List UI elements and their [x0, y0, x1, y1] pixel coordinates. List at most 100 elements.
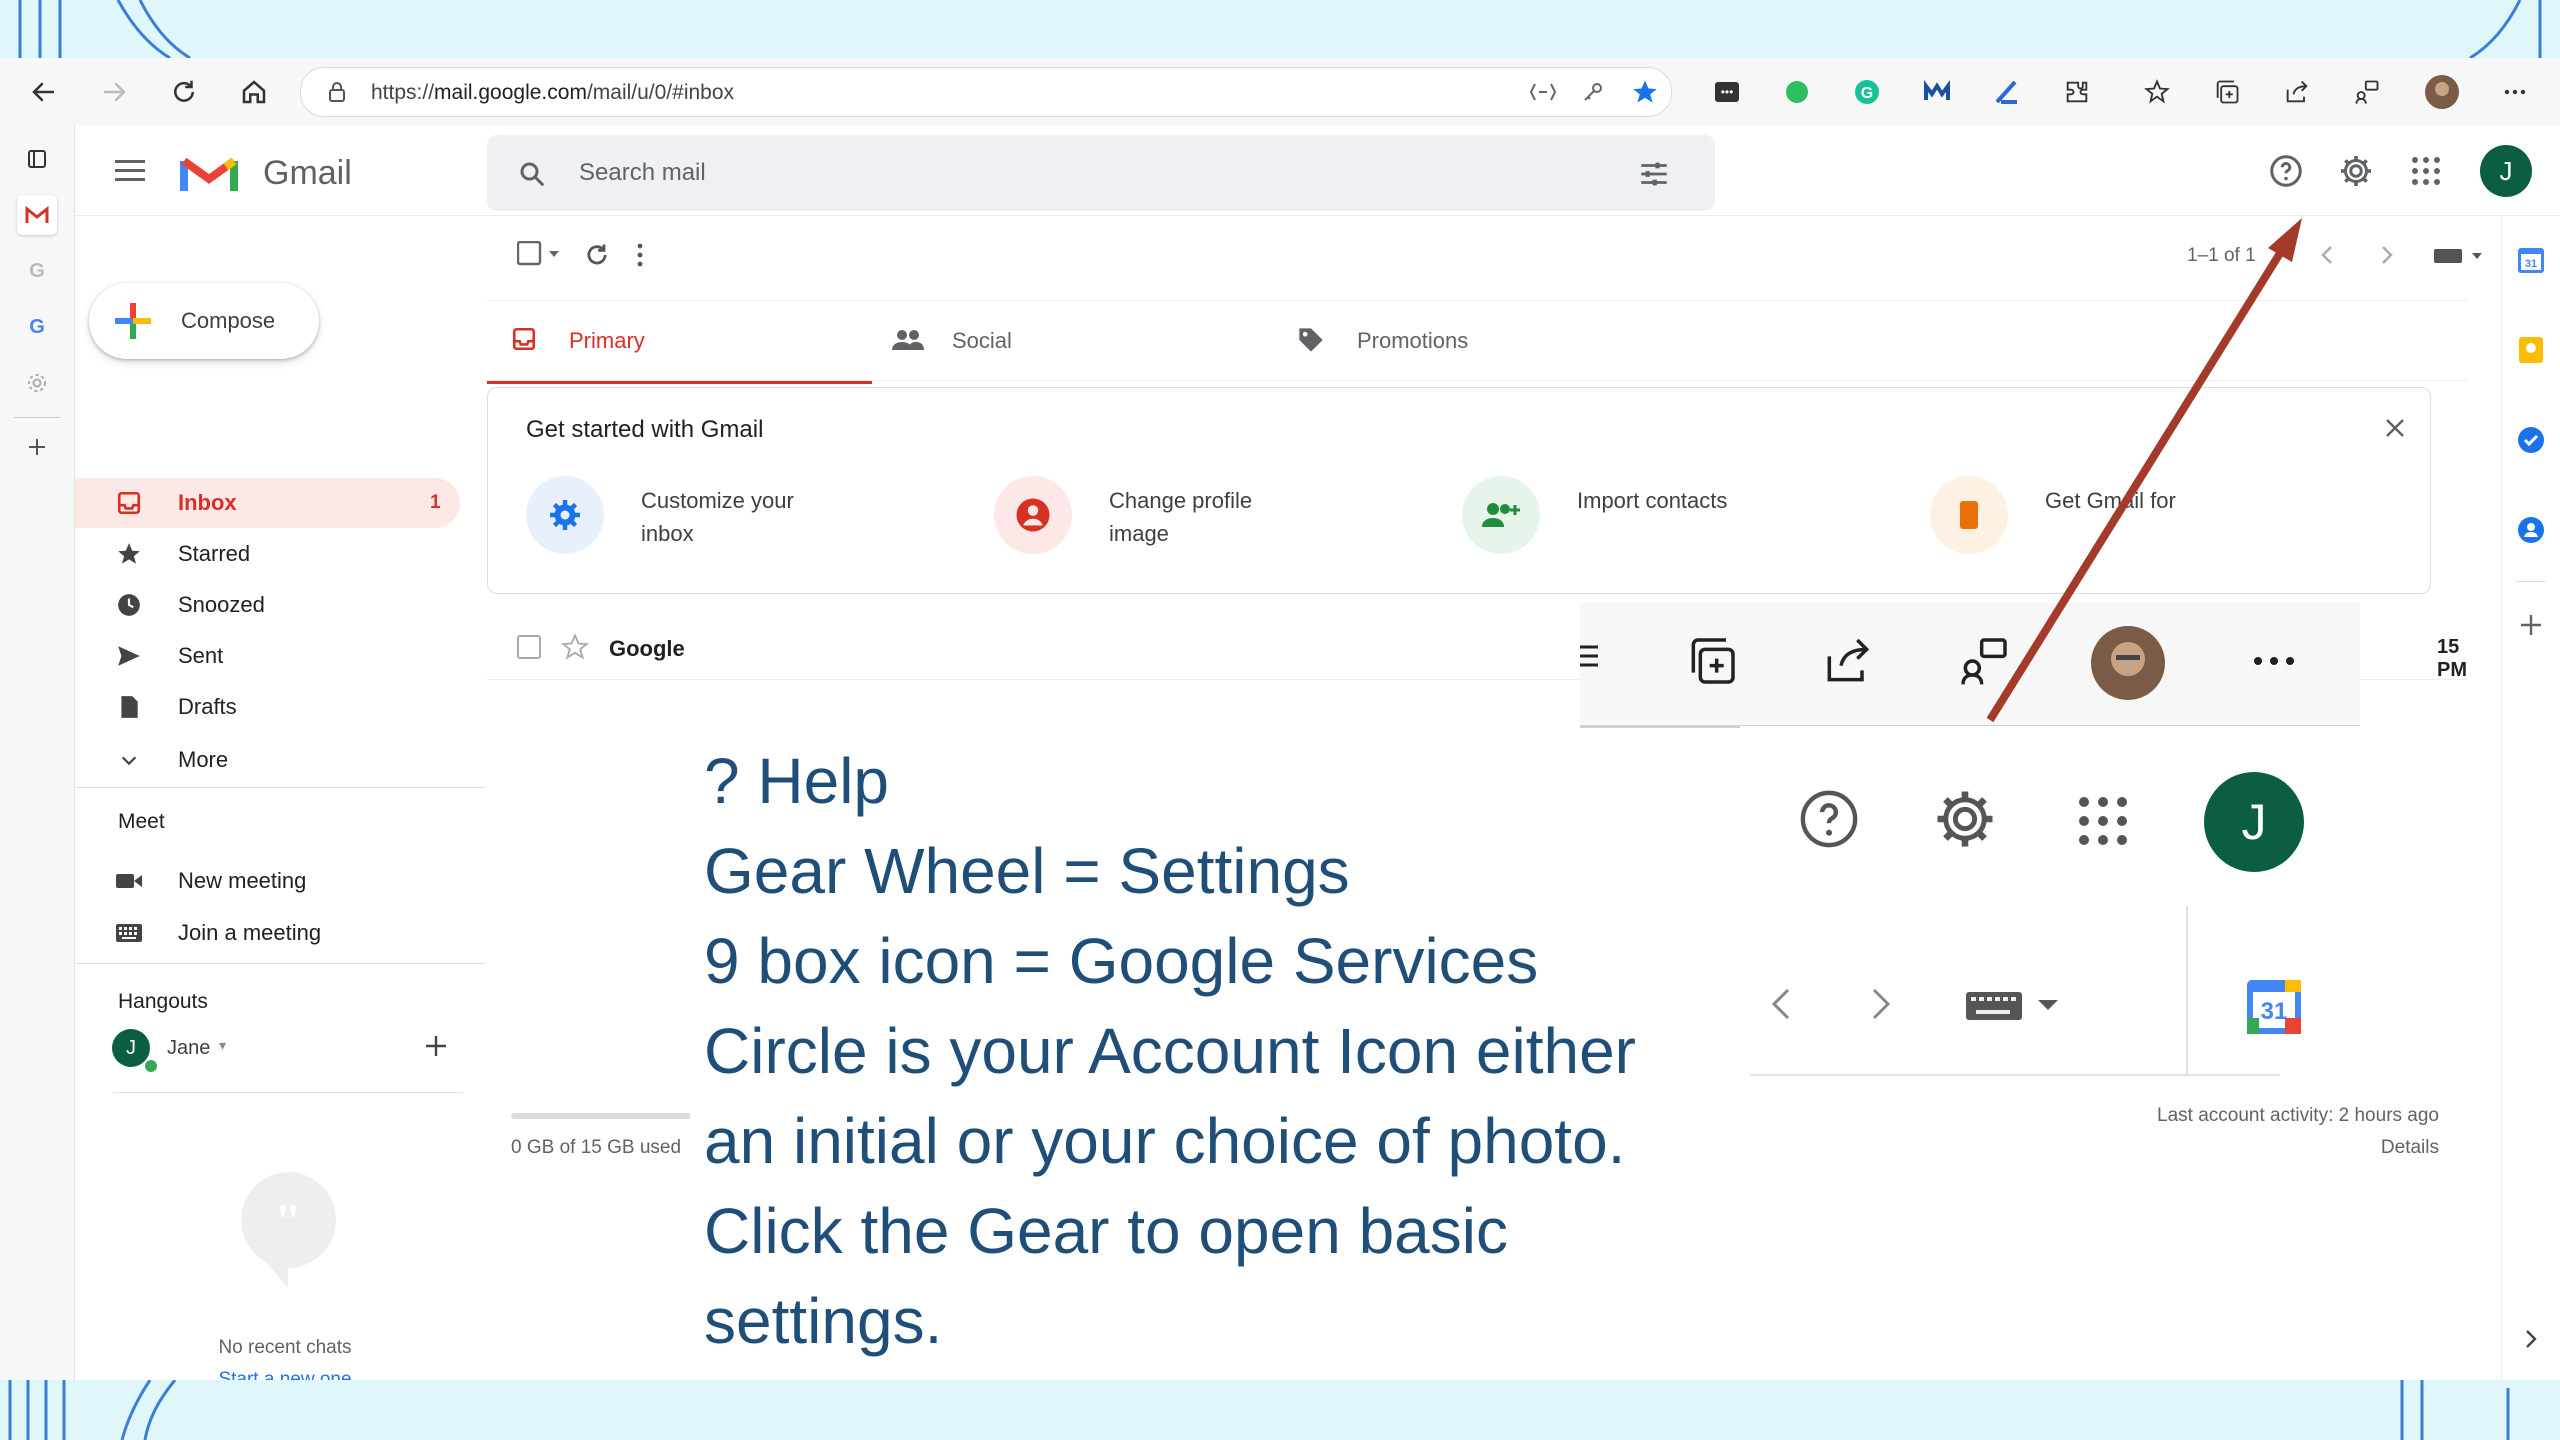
tab-promotions[interactable]: Promotions — [1297, 300, 1682, 380]
favorites-icon[interactable] — [2137, 72, 2177, 112]
nav-label: Join a meeting — [178, 920, 322, 945]
new-tab-plus-icon[interactable] — [17, 427, 57, 467]
account-avatar[interactable]: J — [2480, 145, 2532, 197]
nav-drafts[interactable]: Drafts — [75, 682, 460, 732]
select-all-checkbox[interactable] — [517, 241, 561, 267]
main-menu-icon[interactable] — [115, 158, 147, 182]
hangouts-heading: Hangouts — [118, 990, 208, 1013]
calendar-icon[interactable]: 31 — [2516, 245, 2546, 275]
hangouts-user-name[interactable]: Jane — [167, 1037, 210, 1060]
nav-label: New meeting — [178, 868, 307, 893]
phone-icon — [1930, 476, 2008, 554]
item-label: Get Gmail for — [2045, 488, 2176, 513]
gmail-logo-text: Gmail — [263, 154, 352, 192]
favorite-star-icon[interactable] — [1631, 78, 1659, 106]
start-chat-link[interactable]: Start a new one — [165, 1369, 405, 1380]
tag-icon — [1297, 326, 1325, 354]
item-label: Change profile — [1109, 488, 1253, 513]
calendar-day-number: 31 — [2260, 998, 2288, 1025]
google-tab-icon[interactable]: G — [17, 307, 57, 347]
help-icon[interactable] — [2268, 153, 2304, 189]
slide-decoration-top — [18, 0, 2542, 58]
close-icon[interactable] — [2383, 416, 2407, 440]
extension-password-icon[interactable]: ••• — [1707, 72, 1747, 112]
google-tab-icon-faded[interactable]: G — [17, 251, 57, 291]
tab-actions-icon[interactable] — [17, 139, 57, 179]
search-icon[interactable] — [517, 159, 547, 189]
divider — [75, 963, 485, 964]
refresh-icon[interactable] — [583, 241, 611, 269]
nav-starred[interactable]: Starred — [75, 529, 460, 579]
tasks-icon[interactable] — [2516, 425, 2546, 455]
divider — [2186, 906, 2188, 1076]
extensions-puzzle-icon[interactable] — [2057, 72, 2097, 112]
contacts-icon[interactable] — [2516, 515, 2546, 545]
settings-tab-icon[interactable] — [17, 363, 57, 403]
nav-snoozed[interactable]: Snoozed — [75, 580, 460, 630]
extension-m-icon[interactable] — [1917, 72, 1957, 112]
key-icon[interactable] — [1581, 80, 1605, 104]
search-options-icon[interactable] — [1637, 157, 1671, 191]
keep-icon[interactable] — [2516, 335, 2546, 365]
feedback-icon[interactable] — [2347, 72, 2387, 112]
video-camera-icon — [115, 867, 143, 895]
tab-social[interactable]: Social — [892, 300, 1277, 380]
grammarly-icon[interactable]: G — [1847, 72, 1887, 112]
forward-arrow-icon[interactable] — [94, 72, 134, 112]
lock-icon[interactable] — [325, 80, 349, 104]
join-meeting-item[interactable]: Join a meeting — [75, 908, 460, 958]
nav-sent[interactable]: Sent — [75, 631, 460, 681]
gmail-tab-icon[interactable] — [17, 195, 57, 235]
settings-gear-icon[interactable] — [2338, 153, 2374, 189]
instruction-line: an initial or your choice of photo. — [704, 1105, 1626, 1177]
email-time: 15 PM — [2437, 636, 2467, 681]
collections-icon[interactable] — [2207, 72, 2247, 112]
app-available-icon[interactable] — [1529, 80, 1557, 104]
input-tools-keyboard-icon[interactable] — [2432, 243, 2488, 267]
next-page-icon[interactable] — [2377, 243, 2397, 267]
google-apps-icon[interactable] — [2410, 155, 2442, 187]
more-vert-icon[interactable] — [634, 241, 646, 269]
details-link[interactable]: Details — [2107, 1137, 2439, 1159]
divider — [113, 1092, 463, 1093]
address-bar[interactable]: https://mail.google.com/mail/u/0/#inbox — [300, 67, 1672, 117]
back-arrow-icon[interactable] — [24, 72, 64, 112]
pagination-text: 1–1 of 1 — [2187, 245, 2256, 266]
gmail-header: Gmail Search mail J — [75, 125, 2560, 216]
instruction-line: Click the Gear to open basic — [704, 1195, 1508, 1267]
new-meeting-item[interactable]: New meeting — [75, 856, 460, 906]
settings-gear-icon — [1932, 786, 1998, 852]
nav-label: Sent — [178, 643, 224, 668]
inbox-icon — [511, 326, 537, 352]
home-icon[interactable] — [234, 72, 274, 112]
inbox-icon — [115, 489, 143, 517]
nav-inbox[interactable]: Inbox 1 — [75, 478, 460, 528]
search-input[interactable]: Search mail — [579, 159, 706, 187]
account-avatar-zoom: J — [2204, 772, 2304, 872]
refresh-icon[interactable] — [164, 72, 204, 112]
people-icon — [892, 328, 924, 352]
profile-avatar[interactable] — [2422, 72, 2462, 112]
instruction-textbox: ? Help Gear Wheel = Settings 9 box icon … — [690, 736, 1750, 1376]
add-chat-plus-icon[interactable] — [423, 1033, 449, 1059]
star-outline-icon[interactable] — [561, 633, 589, 661]
tab-primary[interactable]: Primary — [487, 300, 872, 384]
share-icon[interactable] — [2277, 72, 2317, 112]
get-addons-plus-icon[interactable] — [2517, 611, 2545, 639]
caret-down-icon[interactable]: ▾ — [219, 1037, 226, 1054]
show-side-panel-chevron-icon[interactable] — [2521, 1327, 2541, 1351]
nav-label: More — [178, 747, 229, 772]
svg-text:G: G — [1861, 85, 1873, 102]
profile-icon — [994, 476, 1072, 554]
search-bar[interactable]: Search mail — [487, 135, 1715, 211]
evernote-icon[interactable] — [1777, 72, 1817, 112]
prev-page-icon[interactable] — [2317, 243, 2337, 267]
nav-more[interactable]: More — [75, 735, 460, 785]
extension-pen-icon[interactable] — [1987, 72, 2027, 112]
instruction-line: 9 box icon = Google Services — [704, 925, 1539, 997]
gmail-logo-icon[interactable] — [180, 151, 238, 195]
tab-label: Primary — [569, 328, 645, 353]
row-checkbox[interactable] — [517, 635, 543, 661]
more-menu-icon[interactable] — [2495, 72, 2535, 112]
storage-text[interactable]: 0 GB of 15 GB used — [511, 1137, 681, 1159]
